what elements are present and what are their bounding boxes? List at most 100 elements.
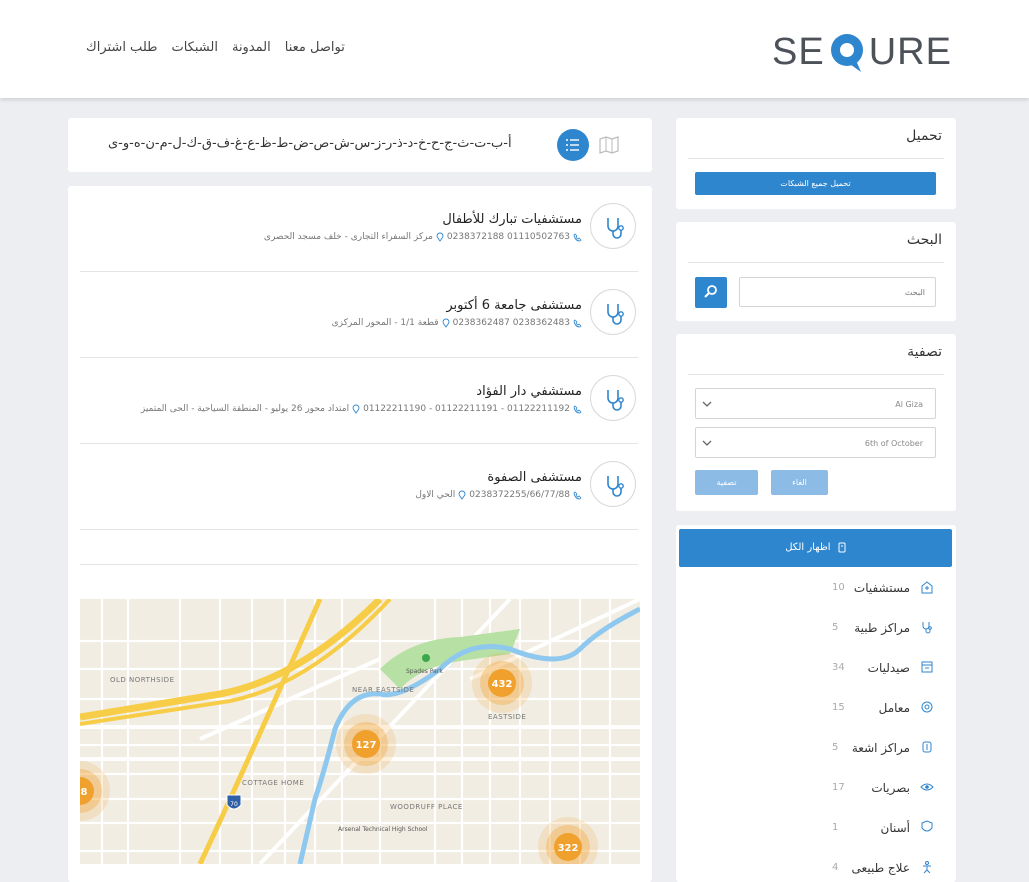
category-count: 10: [832, 582, 845, 593]
load-panel: تحميل تحميل جميع الشبكات: [676, 118, 956, 209]
download-all-networks-button[interactable]: تحميل جميع الشبكات: [695, 172, 936, 195]
search-panel-title: البحث: [906, 232, 942, 248]
site-header: طلب اشتراك الشبكات المدونة تواصل معنا SE…: [0, 0, 1029, 98]
result-item[interactable]: مستشفى جامعة 6 أكتوبر قطعة 1/1 - المحور …: [80, 272, 638, 358]
result-item[interactable]: مستشفى الصفوة الحي الاول 0238372255/66/7…: [80, 444, 638, 530]
category-panel: اظهار الكل مستشفيات 10 مراكز طبية 5 صيدل…: [676, 525, 956, 882]
park-label: Spades Park: [406, 668, 443, 675]
highway-label: 70: [230, 801, 238, 808]
stethoscope-icon: [607, 218, 624, 239]
category-label: صيدليات: [867, 661, 910, 675]
category-label: مراكز اشعة: [851, 741, 910, 755]
category-label: بصريات: [871, 781, 910, 795]
result-title: مستشفى الصفوة: [487, 470, 582, 485]
search-button[interactable]: [695, 277, 727, 308]
nav-blog-link[interactable]: المدونة: [232, 40, 271, 55]
stethoscope-icon: [607, 476, 624, 497]
stethoscope-icon: [922, 622, 932, 634]
location-pin-icon: [352, 404, 360, 414]
main-nav: طلب اشتراك الشبكات المدونة تواصل معنا: [86, 40, 345, 55]
category-count: 5: [832, 742, 839, 753]
result-icon: [590, 375, 636, 421]
phone-icon: [573, 318, 582, 327]
category-labs[interactable]: معامل 15: [676, 688, 952, 728]
category-hospitals[interactable]: مستشفيات 10: [676, 568, 952, 608]
result-item[interactable]: مستشفي دار الفؤاد امتداد محور 26 يوليو -…: [80, 358, 638, 444]
eye-icon: [920, 783, 934, 791]
nav-contact-link[interactable]: تواصل معنا: [285, 40, 345, 55]
phone-icon: [573, 232, 582, 241]
category-count: 34: [832, 662, 845, 673]
divider: [688, 262, 944, 263]
divider: [80, 564, 638, 565]
divider: [688, 158, 944, 159]
category-radiology[interactable]: مراكز اشعة 5: [676, 728, 952, 768]
area-near-eastside: NEAR EASTSIDE: [352, 686, 414, 694]
alphabet-bar: أ-ب-ت-ث-ج-ح-خ-د-ذ-ر-ز-س-ش-ص-ض-ط-ظ-ع-غ-ف-…: [68, 118, 652, 172]
city-select[interactable]: 6th of October: [695, 427, 936, 458]
area-eastside: EASTSIDE: [488, 713, 526, 721]
cluster-count: 322: [558, 843, 579, 854]
result-phones: 0238372188 01110502763: [446, 232, 570, 242]
hospital-icon: [921, 581, 933, 594]
results-map[interactable]: 70 OLD NORTHSIDE NEAR EASTSIDE EASTSIDE …: [80, 599, 640, 864]
logo-text-left: SE: [772, 30, 825, 73]
school-label: Arsenal Technical High School: [338, 826, 428, 833]
nav-networks-link[interactable]: الشبكات: [171, 40, 217, 55]
result-info: الحي الاول 0238372255/66/77/88: [415, 490, 582, 500]
result-address: قطعة 1/1 - المحور المركزى: [331, 318, 439, 328]
nav-subscribe-link[interactable]: طلب اشتراك: [86, 40, 157, 55]
result-phones: 0238362487 0238362483: [452, 318, 570, 328]
category-optics[interactable]: بصريات 17: [676, 768, 952, 808]
search-panel: البحث: [676, 222, 956, 321]
result-title: مستشفيات تبارك للأطفال: [442, 212, 582, 227]
xray-icon: [922, 741, 932, 753]
tooth-icon: [921, 820, 933, 832]
cancel-filter-button[interactable]: الغاء: [771, 470, 828, 495]
logo[interactable]: SE URE: [772, 28, 952, 76]
result-address: مركز السفراء التجارى - خلف مسجد الحصرى: [263, 232, 433, 242]
location-pin-icon: [458, 490, 466, 500]
category-count: 1: [832, 822, 839, 833]
result-address: امتداد محور 26 يوليو - المنطقة السياحية …: [140, 404, 350, 414]
map-canvas[interactable]: 70 OLD NORTHSIDE NEAR EASTSIDE EASTSIDE …: [80, 599, 640, 864]
phone-icon: [573, 490, 582, 499]
result-phones: 01122211190 - 01122211191 - 01122211192: [363, 404, 570, 414]
result-info: مركز السفراء التجارى - خلف مسجد الحصرى 0…: [264, 232, 582, 242]
alphabet-filter[interactable]: أ-ب-ت-ث-ج-ح-خ-د-ذ-ر-ز-س-ش-ص-ض-ط-ظ-ع-غ-ف-…: [108, 136, 512, 151]
category-label: مستشفيات: [853, 581, 910, 595]
apply-filter-button[interactable]: تصفية: [695, 470, 758, 495]
city-value: 6th of October: [864, 439, 923, 448]
list-view-button[interactable]: [557, 129, 589, 161]
location-pin-icon: [442, 318, 450, 328]
map-cluster[interactable]: 432: [472, 653, 532, 713]
category-physiotherapy[interactable]: علاج طبيعى 4: [676, 848, 952, 882]
map-cluster[interactable]: 127: [336, 714, 396, 774]
clipboard-icon: [838, 542, 846, 552]
search-input[interactable]: [739, 277, 936, 307]
stethoscope-icon: [607, 390, 624, 411]
search-icon: [704, 285, 717, 298]
governorate-select[interactable]: Al Giza: [695, 388, 936, 419]
category-medical-centers[interactable]: مراكز طبية 5: [676, 608, 952, 648]
category-count: 5: [832, 622, 839, 633]
area-cottage-home: COTTAGE HOME: [242, 779, 304, 787]
cluster-count: 432: [492, 679, 513, 690]
pharmacy-icon: [921, 661, 933, 673]
category-dental[interactable]: أسنان 1: [676, 808, 952, 848]
show-all-button[interactable]: اظهار الكل: [679, 529, 952, 567]
filter-panel-title: تصفية: [907, 344, 942, 360]
result-item[interactable]: مستشفيات تبارك للأطفال مركز السفراء التج…: [80, 186, 638, 272]
result-title: مستشفى جامعة 6 أكتوبر: [446, 298, 582, 313]
map-view-icon[interactable]: [599, 136, 619, 154]
cluster-count: 127: [356, 740, 377, 751]
category-label: علاج طبيعى: [851, 861, 910, 875]
category-pharmacies[interactable]: صيدليات 34: [676, 648, 952, 688]
category-label: مراكز طبية: [854, 621, 910, 635]
location-pin-icon: [436, 232, 444, 242]
governorate-value: Al Giza: [895, 400, 923, 409]
result-icon: [590, 461, 636, 507]
list-icon: [566, 139, 579, 151]
result-info: امتداد محور 26 يوليو - المنطقة السياحية …: [141, 404, 582, 414]
map-cluster[interactable]: 8: [80, 761, 110, 821]
